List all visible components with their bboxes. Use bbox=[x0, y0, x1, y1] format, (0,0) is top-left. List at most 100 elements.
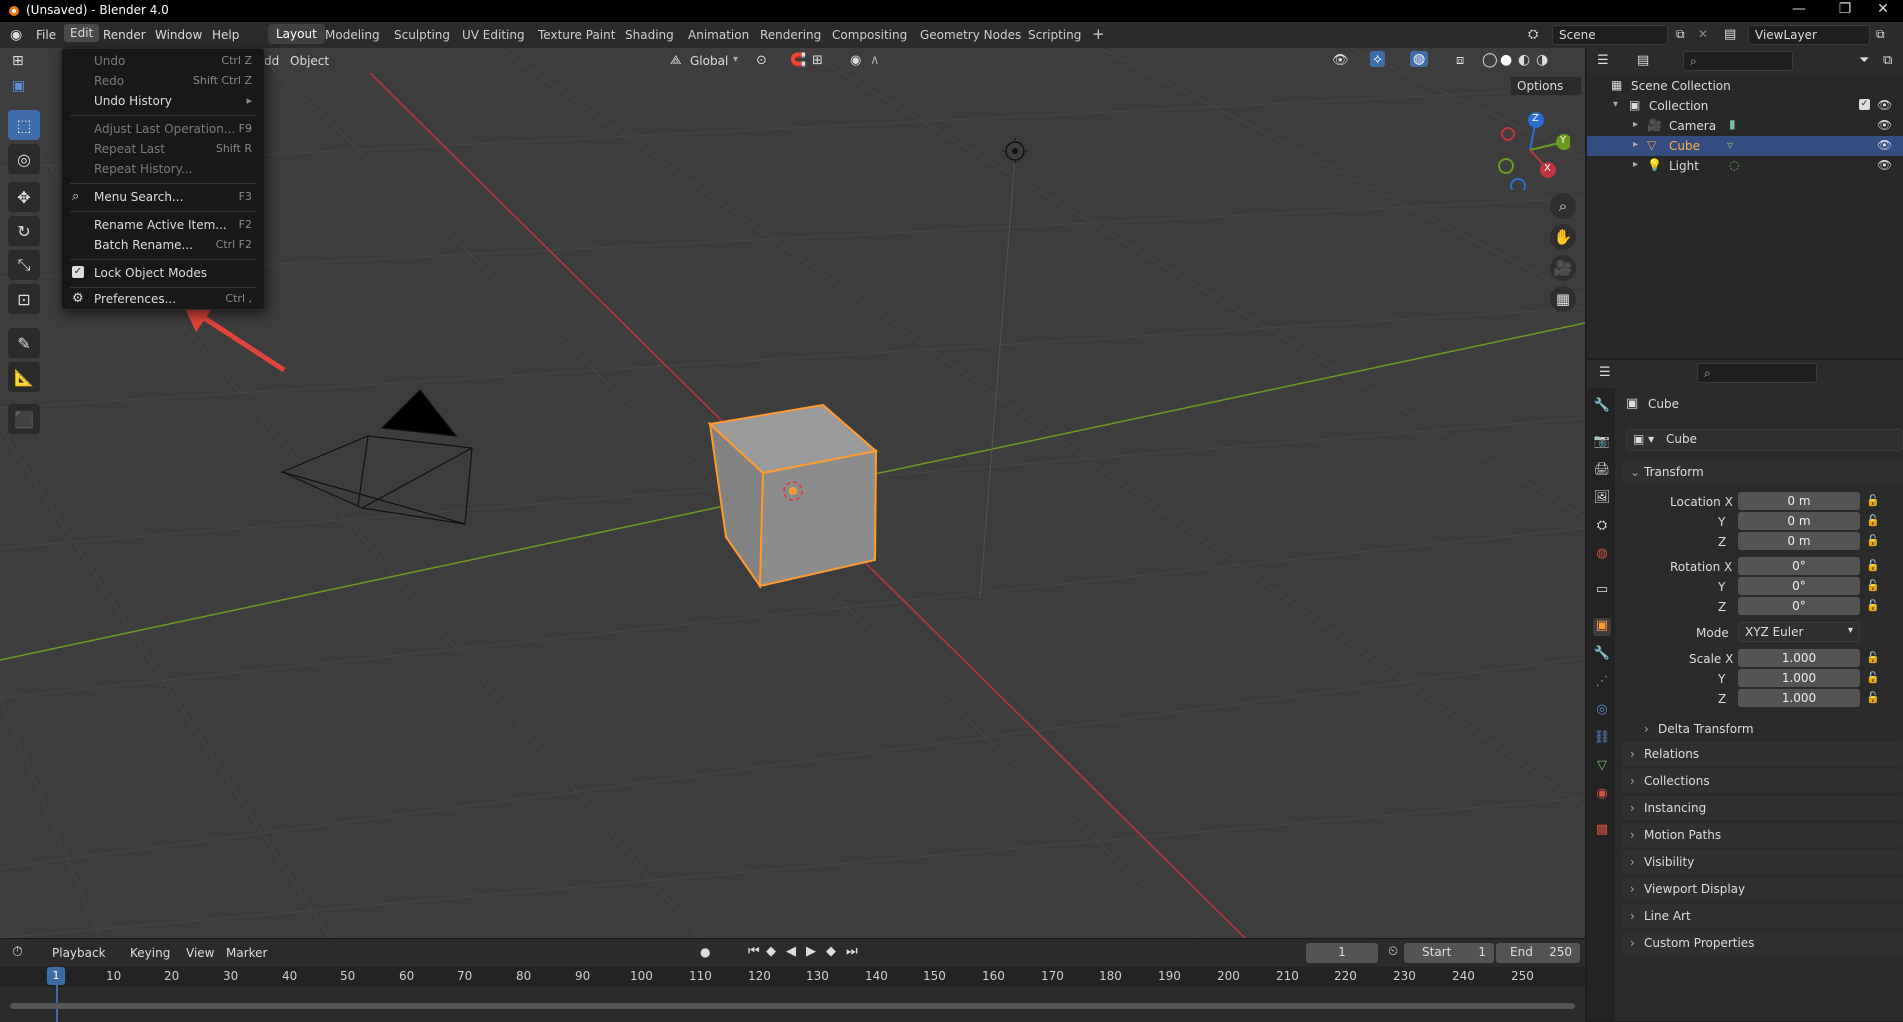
scale-tool-icon[interactable]: ⤡ bbox=[8, 250, 40, 280]
menu-item-preferences[interactable]: ⚙ Preferences... Ctrl , bbox=[62, 289, 264, 309]
measure-tool-icon[interactable]: 📐 bbox=[8, 362, 40, 392]
next-keyframe-icon[interactable]: ◆ bbox=[826, 944, 836, 959]
texture-tab-icon[interactable]: ▩ bbox=[1593, 822, 1611, 840]
view-layer-tab-icon[interactable]: 🖼 bbox=[1593, 490, 1611, 508]
panel-collections[interactable]: › Collections bbox=[1622, 769, 1903, 793]
panel-visibility[interactable]: › Visibility bbox=[1622, 850, 1903, 874]
jump-start-icon[interactable]: ⏮ bbox=[748, 944, 760, 959]
panel-line-art[interactable]: › Line Art bbox=[1622, 904, 1903, 928]
new-scene-icon[interactable]: ⧉ bbox=[1676, 27, 1685, 42]
lock-icon[interactable]: 🔓 bbox=[1866, 671, 1880, 684]
expand-arrow-icon[interactable]: ▸ bbox=[1633, 159, 1638, 170]
eye-icon[interactable]: 👁 bbox=[1877, 118, 1892, 132]
pivot-icon[interactable]: ⊙ bbox=[756, 53, 767, 68]
expand-arrow-icon[interactable]: ▾ bbox=[1613, 99, 1618, 110]
camera-view-icon[interactable]: 🎥 bbox=[1550, 255, 1576, 281]
expand-arrow-icon[interactable]: ▸ bbox=[1633, 139, 1638, 150]
proportional-edit-icon[interactable]: ◉ bbox=[850, 53, 861, 68]
solid-shading-icon[interactable]: ● bbox=[1500, 52, 1512, 68]
output-tab-icon[interactable]: 🖨 bbox=[1593, 462, 1611, 480]
playhead[interactable]: 1 bbox=[47, 967, 65, 985]
panel-instancing[interactable]: › Instancing bbox=[1622, 796, 1903, 820]
outliner-scene-collection[interactable]: ▦ Scene Collection bbox=[1587, 76, 1903, 96]
particles-tab-icon[interactable]: ⋰ bbox=[1593, 674, 1611, 692]
location-x-field[interactable]: 0 m bbox=[1738, 492, 1860, 510]
menu-help[interactable]: Help bbox=[212, 28, 239, 42]
lock-icon[interactable]: 🔓 bbox=[1866, 534, 1880, 547]
visibility-icon[interactable]: 👁 bbox=[1332, 53, 1349, 68]
timeline-editor-icon[interactable]: ⏱ bbox=[12, 944, 23, 960]
data-tab-icon[interactable]: ▽ bbox=[1593, 758, 1611, 776]
navigation-gizmo[interactable]: Z Y X bbox=[1490, 110, 1572, 194]
start-frame-field[interactable]: Start 1 bbox=[1404, 943, 1494, 963]
panel-transform[interactable]: ⌄ Transform bbox=[1622, 460, 1903, 484]
falloff-icon[interactable]: ∧ bbox=[870, 53, 880, 68]
lock-icon[interactable]: 🔓 bbox=[1866, 691, 1880, 704]
move-tool-icon[interactable]: ✥ bbox=[8, 182, 40, 212]
scene-tab-icon[interactable]: ⛭ bbox=[1593, 518, 1611, 536]
checkbox-checked-icon[interactable]: ✓ bbox=[1859, 99, 1870, 110]
options-dropdown[interactable]: Options bbox=[1510, 76, 1582, 96]
panel-delta-transform[interactable]: › Delta Transform bbox=[1636, 718, 1896, 740]
eye-icon[interactable]: 👁 bbox=[1877, 158, 1892, 172]
tab-uv-editing[interactable]: UV Editing bbox=[462, 28, 525, 42]
rotation-mode-dropdown[interactable]: XYZ Euler ▾ bbox=[1738, 622, 1860, 642]
menu-item-redo[interactable]: Redo Shift Ctrl Z bbox=[62, 71, 264, 91]
editor-type-icon[interactable]: ⊞ bbox=[12, 53, 24, 69]
object-name-field[interactable]: ▣ ▾ Cube bbox=[1626, 429, 1903, 451]
outliner-item-camera[interactable]: ▸ 🎥 Camera ▮ 👁 bbox=[1587, 116, 1903, 136]
ortho-grid-icon[interactable]: ▦ bbox=[1550, 286, 1576, 312]
menu-file[interactable]: File bbox=[36, 28, 56, 42]
lock-icon[interactable]: 🔓 bbox=[1866, 494, 1880, 507]
rotation-x-field[interactable]: 0° bbox=[1738, 557, 1860, 575]
tab-compositing[interactable]: Compositing bbox=[832, 28, 907, 42]
play-icon[interactable]: ▶ bbox=[806, 944, 816, 959]
menu-item-adjust-last-operation[interactable]: Adjust Last Operation... F9 bbox=[62, 119, 264, 139]
menu-edit[interactable]: Edit bbox=[64, 24, 100, 42]
new-collection-icon[interactable]: ⧉ bbox=[1883, 53, 1892, 68]
wireframe-shading-icon[interactable]: ◯ bbox=[1482, 52, 1498, 68]
panel-custom-properties[interactable]: › Custom Properties bbox=[1622, 931, 1903, 955]
display-mode-icon[interactable]: ▤ bbox=[1637, 53, 1649, 68]
prev-keyframe-icon[interactable]: ◆ bbox=[766, 944, 776, 959]
preview-range-icon[interactable]: ⏲ bbox=[1388, 944, 1398, 959]
select-mode-icon[interactable]: ▣ bbox=[12, 78, 25, 94]
lock-icon[interactable]: 🔓 bbox=[1866, 599, 1880, 612]
menu-marker[interactable]: Marker bbox=[226, 946, 267, 960]
viewlayer-selector[interactable]: ViewLayer bbox=[1748, 25, 1870, 45]
light-data-icon[interactable]: ◌ bbox=[1729, 158, 1739, 172]
lock-icon[interactable]: 🔓 bbox=[1866, 651, 1880, 664]
world-tab-icon[interactable]: ◍ bbox=[1593, 546, 1611, 564]
select-box-tool-icon[interactable]: ⬚ bbox=[8, 110, 40, 140]
mesh-data-icon[interactable]: ▿ bbox=[1727, 138, 1733, 152]
location-y-field[interactable]: 0 m bbox=[1738, 512, 1860, 530]
rotate-tool-icon[interactable]: ↻ bbox=[8, 216, 40, 246]
menu-window[interactable]: Window bbox=[155, 28, 202, 42]
xray-icon[interactable]: ⧈ bbox=[1456, 53, 1464, 68]
menu-view[interactable]: View bbox=[186, 946, 214, 960]
annotate-tool-icon[interactable]: ✎ bbox=[8, 328, 40, 358]
scale-y-field[interactable]: 1.000 bbox=[1738, 669, 1860, 687]
viewlayer-icon[interactable]: ▤ bbox=[1724, 27, 1736, 42]
material-shading-icon[interactable]: ◐ bbox=[1518, 52, 1530, 68]
scale-x-field[interactable]: 1.000 bbox=[1738, 649, 1860, 667]
menu-render[interactable]: Render bbox=[103, 28, 146, 42]
add-workspace-button[interactable]: + bbox=[1092, 25, 1105, 43]
outliner-item-light[interactable]: ▸ 💡 Light ◌ 👁 bbox=[1587, 156, 1903, 176]
outliner-item-cube[interactable]: ▸ ▽ Cube ▿ 👁 bbox=[1587, 136, 1903, 156]
properties-search-input[interactable]: ⌕ bbox=[1697, 363, 1817, 383]
timeline-scrollbar[interactable] bbox=[10, 1003, 1575, 1009]
eye-icon[interactable]: 👁 bbox=[1877, 138, 1892, 152]
camera-data-icon[interactable]: ▮ bbox=[1729, 117, 1736, 131]
menu-item-menu-search[interactable]: ⌕ Menu Search... F3 bbox=[62, 187, 264, 207]
outliner-editor-icon[interactable]: ☰ bbox=[1597, 53, 1609, 68]
material-tab-icon[interactable]: ◉ bbox=[1593, 786, 1611, 804]
menu-keying[interactable]: Keying bbox=[130, 946, 170, 960]
play-reverse-icon[interactable]: ◀ bbox=[786, 944, 796, 959]
eye-icon[interactable]: 👁 bbox=[1877, 98, 1892, 112]
scale-z-field[interactable]: 1.000 bbox=[1738, 689, 1860, 707]
overlay-toggle-icon[interactable]: ◍ bbox=[1410, 51, 1429, 67]
tab-shading[interactable]: Shading bbox=[625, 28, 674, 42]
rotation-y-field[interactable]: 0° bbox=[1738, 577, 1860, 595]
menu-item-rename-active-item[interactable]: Rename Active Item... F2 bbox=[62, 215, 264, 235]
